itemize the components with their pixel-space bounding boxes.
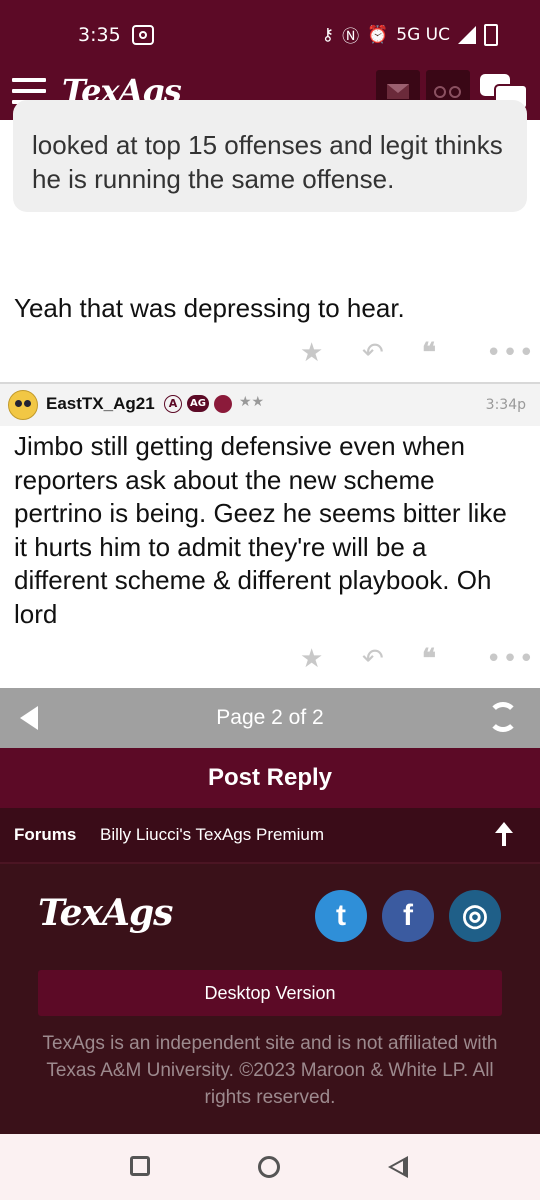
page-label[interactable]: Page 2 of 2 xyxy=(0,706,540,730)
star-icon[interactable]: ★ xyxy=(300,338,323,368)
desktop-version-button[interactable]: Desktop Version xyxy=(38,970,502,1016)
footer: TexAgs t f ◎ Desktop Version TexAgs is a… xyxy=(0,862,540,1136)
user-stars: ★★ xyxy=(239,394,265,410)
badge-a: A xyxy=(164,395,182,413)
nfc-icon: Ⓝ xyxy=(342,27,360,47)
battery-icon xyxy=(484,23,498,46)
facebook-icon[interactable]: f xyxy=(382,890,434,942)
reply-icon[interactable]: ↶ xyxy=(362,338,384,368)
footer-disclaimer: TexAgs is an independent site and is not… xyxy=(42,1033,498,1108)
twitter-icon[interactable]: t xyxy=(315,890,367,942)
post-actions: ★ ↶ ❝ ••• xyxy=(300,644,534,674)
more-icon[interactable]: ••• xyxy=(486,338,535,368)
recents-icon[interactable] xyxy=(130,1156,150,1176)
post-body: Yeah that was depressing to hear. xyxy=(14,293,405,323)
screen-record-icon xyxy=(132,25,154,45)
quote-icon[interactable]: ❝ xyxy=(422,338,436,368)
avatar[interactable] xyxy=(8,390,38,420)
quote-icon[interactable]: ❝ xyxy=(422,644,436,674)
key-icon: ⚷ xyxy=(321,24,335,45)
alarm-icon: ⏰ xyxy=(367,24,389,45)
breadcrumb-board[interactable]: Billy Liucci's TexAgs Premium xyxy=(100,825,324,845)
status-icons: ⚷ Ⓝ ⏰ 5G UC xyxy=(322,22,498,47)
home-icon[interactable] xyxy=(258,1156,280,1178)
pagination-bar: Page 2 of 2 xyxy=(0,688,540,748)
post-header: EastTX_Ag21 A AG ★★ 3:34p xyxy=(0,382,540,426)
breadcrumb-forums[interactable]: Forums xyxy=(14,825,76,845)
back-icon[interactable] xyxy=(388,1156,408,1178)
quoted-post: looked at top 15 offenses and legit thin… xyxy=(13,100,527,212)
scroll-top-icon[interactable] xyxy=(494,822,514,848)
star-icon[interactable]: ★ xyxy=(300,644,323,674)
instagram-icon[interactable]: ◎ xyxy=(449,890,501,942)
team-badge-icon xyxy=(214,395,232,413)
binoculars-icon xyxy=(434,86,462,100)
status-bar: 3:35 ⚷ Ⓝ ⏰ 5G UC xyxy=(0,0,540,66)
post-body: Jimbo still getting defensive even when … xyxy=(14,431,507,629)
post-actions: ★ ↶ ❝ ••• xyxy=(300,338,534,368)
quoted-post-text: looked at top 15 offenses and legit thin… xyxy=(32,130,503,194)
refresh-icon[interactable] xyxy=(488,702,518,732)
footer-logo[interactable]: TexAgs xyxy=(38,892,173,934)
status-time: 3:35 xyxy=(78,24,121,46)
post-reply-button[interactable]: Post Reply xyxy=(0,748,540,808)
username[interactable]: EastTX_Ag21 xyxy=(46,394,155,414)
badge-ag: AG xyxy=(187,395,209,412)
more-icon[interactable]: ••• xyxy=(486,644,535,674)
mail-icon xyxy=(387,84,409,99)
reply-icon[interactable]: ↶ xyxy=(362,644,384,674)
system-nav-bar xyxy=(0,1134,540,1200)
signal-icon xyxy=(458,25,476,44)
breadcrumb: Forums Billy Liucci's TexAgs Premium xyxy=(0,808,540,862)
network-label: 5G UC xyxy=(396,24,450,45)
post-time: 3:34p xyxy=(485,397,526,413)
